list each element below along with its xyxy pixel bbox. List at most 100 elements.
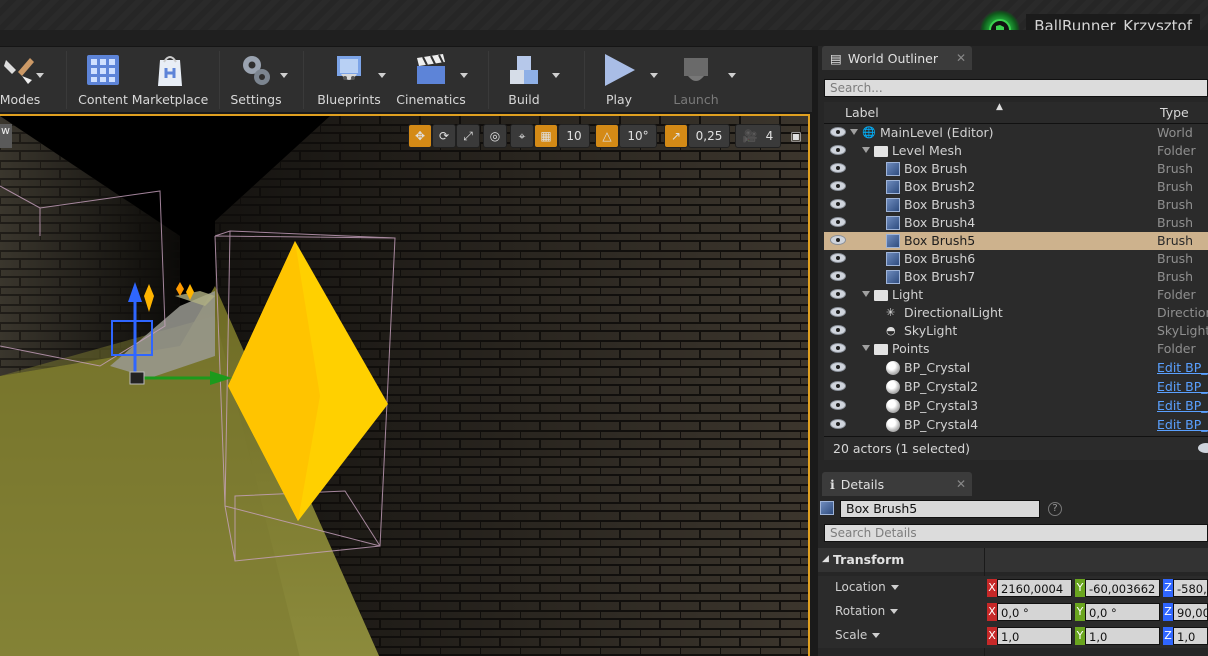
visibility-eye-icon[interactable] (830, 362, 846, 372)
maximize-viewport-icon[interactable]: ▣ (788, 124, 804, 148)
scale-x-value[interactable]: 1,0 (997, 627, 1072, 645)
camera-speed-button[interactable]: 🎥 4 (735, 124, 781, 148)
rotation-x-field[interactable]: X 0,0 ° (987, 603, 1072, 621)
sort-ascending-icon[interactable]: ▲ (996, 102, 1003, 112)
rotation-snap-icon[interactable]: △ (595, 124, 619, 148)
label-column-header[interactable]: Label (845, 105, 879, 120)
scale-y-field[interactable]: Y 1,0 (1075, 627, 1160, 645)
visibility-eye-icon[interactable] (830, 343, 846, 353)
scale-y-value[interactable]: 1,0 (1085, 627, 1160, 645)
play-dropdown-icon[interactable] (650, 73, 658, 78)
edit-blueprint-link[interactable]: Edit BP_C (1157, 360, 1208, 375)
visibility-eye-icon[interactable] (830, 235, 846, 245)
visibility-eye-icon[interactable] (830, 307, 846, 317)
visibility-eye-icon[interactable] (830, 145, 846, 155)
outliner-row[interactable]: BP_Crystal Edit BP_C (824, 359, 1208, 377)
outliner-row[interactable]: Points Folder (824, 340, 1208, 358)
details-search-input[interactable]: Search Details (824, 524, 1208, 542)
edit-blueprint-link[interactable]: Edit BP_C (1157, 379, 1208, 394)
visibility-eye-icon[interactable] (830, 181, 846, 191)
visibility-eye-icon[interactable] (830, 217, 846, 227)
cinematics-dropdown-icon[interactable] (460, 73, 468, 78)
visibility-eye-icon[interactable] (830, 419, 846, 429)
outliner-search-input[interactable]: Search... (824, 79, 1208, 97)
cinematics-button[interactable]: Cinematics (396, 47, 468, 113)
outliner-row[interactable]: Box Brush2 Brush (824, 178, 1208, 196)
launch-dropdown-icon[interactable] (728, 73, 736, 78)
scale-label[interactable]: Scale (835, 628, 880, 642)
location-x-field[interactable]: X 2160,0004 (987, 579, 1072, 597)
outliner-row[interactable]: Level Mesh Folder (824, 142, 1208, 160)
content-button[interactable]: Content (78, 47, 128, 113)
rotation-z-field[interactable]: Z 90,00 (1163, 603, 1208, 621)
marketplace-button[interactable]: Marketplace (132, 47, 208, 113)
outliner-row[interactable]: 🌐 MainLevel (Editor) World (824, 124, 1208, 142)
location-x-value[interactable]: 2160,0004 (997, 579, 1072, 597)
settings-button[interactable]: Settings (230, 47, 288, 113)
modes-button[interactable]: Modes (0, 47, 44, 113)
expand-arrow-icon[interactable] (862, 345, 870, 351)
location-y-field[interactable]: Y -60,003662 (1075, 579, 1160, 597)
visibility-eye-icon[interactable] (830, 253, 846, 263)
outliner-row[interactable]: Light Folder (824, 286, 1208, 304)
location-y-value[interactable]: -60,003662 (1085, 579, 1160, 597)
close-icon[interactable]: ✕ (956, 51, 966, 65)
grid-snap-value[interactable]: 10 (558, 124, 590, 148)
outliner-row[interactable]: Box Brush7 Brush (824, 268, 1208, 286)
scene-render[interactable] (0, 116, 810, 656)
outliner-row[interactable]: ✳ DirectionalLight Directiona (824, 304, 1208, 322)
location-z-value[interactable]: -580, (1173, 579, 1208, 597)
edit-blueprint-link[interactable]: Edit BP_C (1157, 417, 1208, 432)
visibility-eye-icon[interactable] (830, 271, 846, 281)
rotation-label[interactable]: Rotation (835, 604, 898, 618)
expand-arrow-icon[interactable] (862, 147, 870, 153)
type-column-header[interactable]: Type (1160, 105, 1189, 120)
view-options-eye-icon[interactable] (1198, 443, 1208, 453)
visibility-eye-icon[interactable] (830, 163, 846, 173)
play-button[interactable]: Play (596, 47, 658, 113)
visibility-eye-icon[interactable] (830, 400, 846, 410)
world-space-icon[interactable]: ◎ (483, 124, 507, 148)
rotation-z-value[interactable]: 90,00 (1173, 603, 1208, 621)
settings-dropdown-icon[interactable] (280, 73, 288, 78)
scale-snap-icon[interactable]: ↗ (664, 124, 688, 148)
edit-blueprint-link[interactable]: Edit BP_C (1157, 398, 1208, 413)
launch-button[interactable]: Launch (672, 47, 736, 113)
rotation-y-value[interactable]: 0,0 ° (1085, 603, 1160, 621)
outliner-row[interactable]: BP_Crystal2 Edit BP_C (824, 378, 1208, 396)
translate-mode-icon[interactable]: ✥ (408, 124, 432, 148)
rotate-mode-icon[interactable]: ⟳ (432, 124, 456, 148)
outliner-row[interactable]: Box Brush Brush (824, 160, 1208, 178)
outliner-row[interactable]: BP_Crystal4 Edit BP_C (824, 416, 1208, 434)
build-button[interactable]: Build (500, 47, 560, 113)
outliner-row[interactable]: Box Brush6 Brush (824, 250, 1208, 268)
level-viewport[interactable]: w ✥ ⟳ ⤢ ◎ ⌖ ▦ 10 △ 10° ↗ 0,25 🎥 4 ▣ (0, 114, 810, 656)
blueprints-button[interactable]: Blueprints (317, 47, 386, 113)
build-dropdown-icon[interactable] (552, 73, 560, 78)
tab-world-outliner[interactable]: ▤ World Outliner ✕ (822, 46, 972, 70)
visibility-eye-icon[interactable] (830, 199, 846, 209)
visibility-eye-icon[interactable] (830, 289, 846, 299)
transform-section-header[interactable]: ◢ Transform (818, 548, 1208, 572)
grid-snap-icon[interactable]: ▦ (534, 124, 558, 148)
scale-z-value[interactable]: 1,0 (1173, 627, 1208, 645)
tab-details[interactable]: ℹ Details ✕ (822, 472, 972, 496)
location-z-field[interactable]: Z -580, (1163, 579, 1208, 597)
scale-z-field[interactable]: Z 1,0 (1163, 627, 1208, 645)
visibility-eye-icon[interactable] (830, 381, 846, 391)
modes-dropdown-icon[interactable] (36, 73, 44, 78)
blueprints-dropdown-icon[interactable] (378, 73, 386, 78)
outliner-list[interactable]: 🌐 MainLevel (Editor) World Level Mesh Folder… (824, 124, 1208, 436)
outliner-row[interactable]: BP_Crystal3 Edit BP_C (824, 397, 1208, 415)
outliner-row[interactable]: Box Brush5 Brush (824, 232, 1208, 250)
location-label[interactable]: Location (835, 580, 899, 594)
outliner-row[interactable]: Box Brush4 Brush (824, 214, 1208, 232)
outliner-row[interactable]: Box Brush3 Brush (824, 196, 1208, 214)
actor-name-field[interactable]: Box Brush5 (840, 500, 1040, 518)
visibility-eye-icon[interactable] (830, 127, 846, 137)
expand-arrow-icon[interactable] (850, 129, 858, 135)
rotation-snap-value[interactable]: 10° (619, 124, 657, 148)
scale-x-field[interactable]: X 1,0 (987, 627, 1072, 645)
help-icon[interactable]: ? (1048, 502, 1062, 516)
close-icon[interactable]: ✕ (956, 477, 966, 491)
